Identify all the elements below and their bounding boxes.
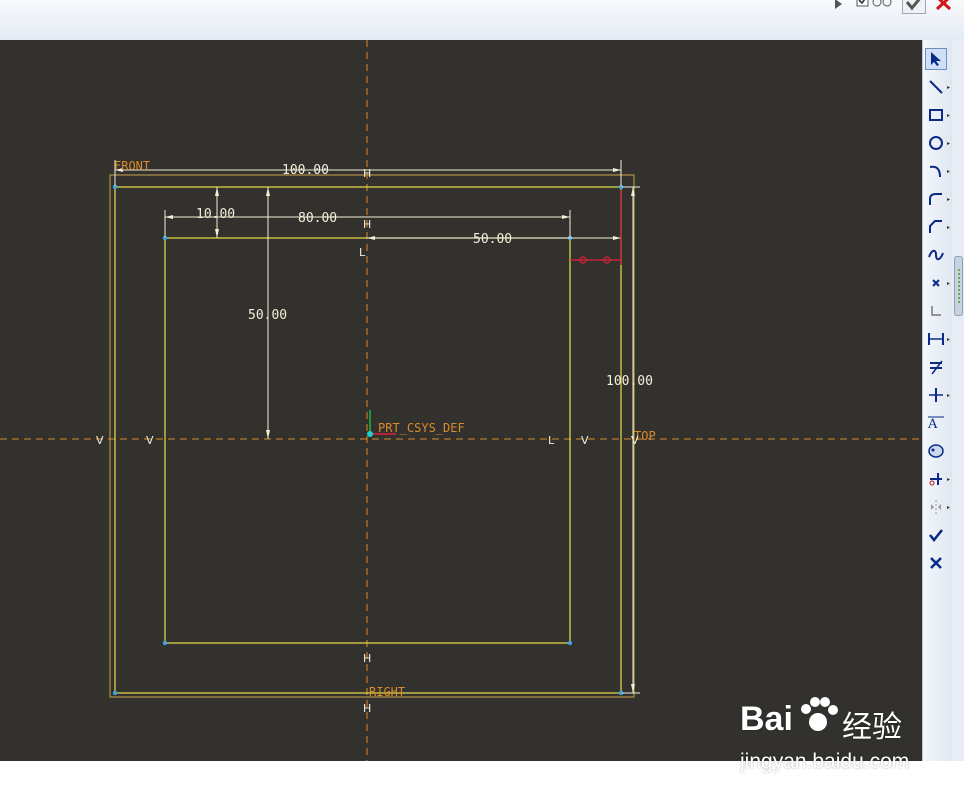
dim-offset-label[interactable]: 10.00 <box>196 207 235 222</box>
sketch-canvas[interactable]: 100.00 80.00 10.00 50.00 50.00 100.00 FR… <box>0 40 922 773</box>
red-constraint-marks <box>570 190 622 265</box>
rectangle-icon <box>929 109 943 121</box>
palette-tool-button[interactable] <box>925 440 947 462</box>
trim-icon <box>929 473 942 486</box>
baidu-watermark: Bai 经验 jingyan.baidu.com <box>738 696 918 786</box>
watermark-brand-suffix: 经验 <box>842 711 902 744</box>
line-icon <box>929 80 943 94</box>
glasses-icon[interactable] <box>872 0 894 9</box>
cancel-tool-button[interactable] <box>925 552 947 574</box>
dim-half-height-label[interactable]: 50.00 <box>248 308 287 323</box>
spline-tool-button[interactable] <box>925 244 947 266</box>
close-icon[interactable] <box>934 0 954 12</box>
constraint-h-mark: H <box>363 167 371 180</box>
chamfer-tool-button[interactable] <box>925 216 947 238</box>
mirror-icon <box>931 500 941 514</box>
circle-icon <box>929 136 943 150</box>
corner-icon <box>931 306 941 316</box>
csys-tool-button[interactable] <box>925 300 947 322</box>
arrow-pointer-icon <box>931 52 941 66</box>
constraint-icon <box>929 388 943 402</box>
constraint-tool-button[interactable] <box>925 384 947 406</box>
dimension-tool-button[interactable] <box>925 328 947 350</box>
vertex-points <box>112 184 624 696</box>
dim-inner-width-label[interactable]: 80.00 <box>298 211 337 226</box>
checkbox-icon[interactable] <box>856 0 870 8</box>
modify-icon <box>930 360 943 375</box>
watermark-brand: Bai <box>740 700 793 738</box>
select-tool-button[interactable] <box>925 48 947 70</box>
right-plane-label: RIGHT <box>369 685 405 699</box>
constraint-h-mark: H <box>363 652 371 665</box>
point-tool-button[interactable] <box>925 272 947 294</box>
dimension-icon <box>928 333 944 345</box>
arc-tool-button[interactable] <box>925 160 947 182</box>
expand-arrow-icon[interactable] <box>834 0 844 10</box>
constraint-v-mark: V <box>146 434 154 447</box>
point-x-icon <box>932 279 940 287</box>
fillet-tool-button[interactable] <box>925 188 947 210</box>
dim-half-width-label[interactable]: 50.00 <box>473 232 512 247</box>
constraint-v-mark: V <box>631 434 639 447</box>
text-icon: A <box>927 416 944 431</box>
trim-tool-button[interactable] <box>925 468 947 490</box>
svg-text:A: A <box>927 417 938 431</box>
spline-icon <box>928 249 944 261</box>
scroll-handle[interactable] <box>954 256 963 316</box>
scroll-edge <box>952 40 964 761</box>
watermark-url: jingyan.baidu.com <box>740 750 910 773</box>
checkmark-icon <box>929 529 943 543</box>
sketch-drawing[interactable]: 100.00 80.00 10.00 50.00 50.00 100.00 FR… <box>0 40 922 761</box>
checkmark-icon <box>905 0 921 11</box>
paw-icon <box>801 697 838 731</box>
outer-square[interactable] <box>114 186 622 694</box>
modify-tool-button[interactable] <box>925 356 947 378</box>
fillet-icon <box>929 193 942 205</box>
palette-icon <box>928 444 944 458</box>
text-tool-button[interactable]: A <box>925 412 947 434</box>
constraint-l-mark: L <box>359 246 366 259</box>
chamfer-icon <box>929 220 942 233</box>
front-plane-label: FRONT <box>114 159 150 173</box>
accept-tool-button[interactable] <box>925 524 947 546</box>
arc-icon <box>929 165 941 178</box>
circle-tool-button[interactable] <box>925 132 947 154</box>
csys-label: PRT_CSYS_DEF <box>378 421 465 435</box>
dim-outer-width-label[interactable]: 100.00 <box>282 163 329 178</box>
constraint-h-mark: H <box>363 702 371 715</box>
constraint-l-mark: L <box>548 434 555 447</box>
sketch-toolbar: ▸ ▸ ▸ ▸ ▸ ▸ ▸ ▸ ▸ A ▸ ▸ <box>922 40 953 761</box>
line-tool-button[interactable] <box>925 76 947 98</box>
constraint-h-mark: H <box>363 218 371 231</box>
mirror-tool-button[interactable] <box>925 496 947 518</box>
title-bar <box>0 0 964 41</box>
constraint-v-mark: V <box>581 434 589 447</box>
constraint-v-mark: V <box>96 434 104 447</box>
dim-outer-height-label[interactable]: 100.00 <box>606 374 653 389</box>
rectangle-tool-button[interactable] <box>925 104 947 126</box>
x-icon <box>930 557 942 569</box>
accept-button[interactable] <box>902 0 926 14</box>
